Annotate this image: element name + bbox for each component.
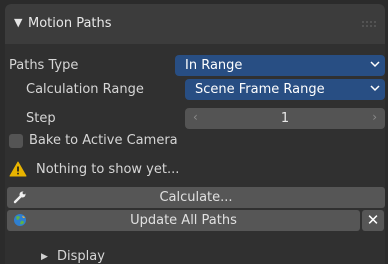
status-message: Nothing to show yet... bbox=[36, 162, 180, 177]
warning-icon bbox=[9, 161, 27, 177]
step-label: Step bbox=[26, 111, 56, 126]
motion-paths-panel: ▼ Motion Paths Paths Type In Range Calcu… bbox=[5, 4, 385, 264]
calculate-label: Calculate... bbox=[159, 190, 233, 205]
calculate-button[interactable]: Calculate... bbox=[7, 187, 385, 208]
panel-header[interactable]: ▼ Motion Paths bbox=[5, 4, 385, 44]
chevron-down-icon bbox=[370, 85, 380, 92]
bake-camera-checkbox[interactable] bbox=[9, 134, 23, 148]
panel-title: Motion Paths bbox=[28, 16, 112, 31]
paths-type-label: Paths Type bbox=[9, 58, 79, 73]
paths-type-value: In Range bbox=[185, 58, 243, 73]
calculation-range-value: Scene Frame Range bbox=[195, 82, 325, 97]
collapse-arrow-icon[interactable]: ▼ bbox=[14, 16, 22, 29]
paths-type-dropdown[interactable]: In Range bbox=[175, 55, 385, 76]
calculation-range-label: Calculation Range bbox=[26, 82, 144, 97]
step-value: 1 bbox=[280, 111, 290, 126]
calculation-range-dropdown[interactable]: Scene Frame Range bbox=[185, 79, 385, 100]
update-all-paths-button[interactable]: Update All Paths bbox=[7, 210, 360, 231]
step-stepper[interactable]: ‹ 1 › bbox=[185, 108, 385, 129]
chevron-down-icon bbox=[370, 61, 380, 68]
drag-grip-icon[interactable] bbox=[361, 20, 377, 28]
display-subpanel-label[interactable]: Display bbox=[57, 249, 105, 264]
increment-arrow-icon[interactable]: › bbox=[372, 110, 377, 124]
expand-arrow-icon[interactable]: ▶ bbox=[41, 252, 48, 262]
update-all-paths-label: Update All Paths bbox=[130, 213, 237, 228]
close-icon: ✕ bbox=[366, 211, 380, 229]
bake-camera-label[interactable]: Bake to Active Camera bbox=[29, 133, 178, 148]
clear-paths-button[interactable]: ✕ bbox=[362, 210, 384, 231]
